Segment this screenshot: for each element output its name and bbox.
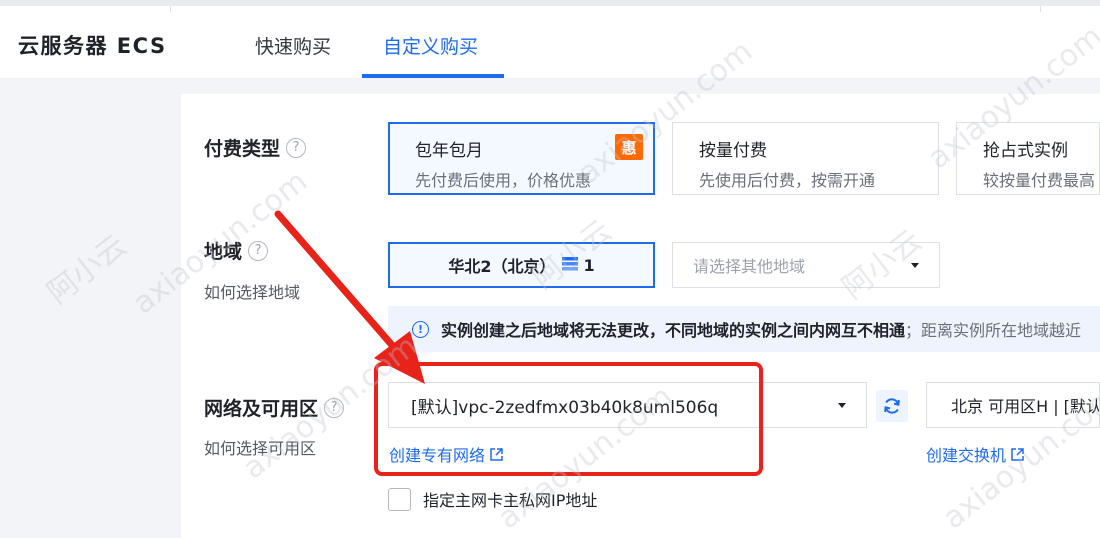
chevron-down-icon (911, 262, 919, 268)
info-icon: ! (412, 320, 429, 338)
product-title: 云服务器 ECS (18, 34, 167, 58)
tab-custom-buy[interactable]: 自定义购买 (383, 32, 478, 59)
region-label: 地域 ? (204, 237, 269, 264)
billing-card-title: 按量付费 (699, 141, 767, 161)
billing-card-pay-as-you-go[interactable]: 按量付费 先使用后付费，按需开通 (672, 122, 939, 195)
selected-region-button[interactable]: 华北2（北京） 1 (388, 242, 655, 288)
region-zone-count: 1 (583, 255, 595, 275)
primary-ip-checkbox-row[interactable]: 指定主网卡主私网IP地址 (388, 487, 597, 511)
external-link-icon (1011, 447, 1024, 461)
discount-badge: 惠 (615, 134, 643, 160)
zone-value: 北京 可用区H | [默认 (951, 397, 1100, 416)
other-region-placeholder: 请选择其他地域 (693, 257, 806, 276)
header-divider (1040, 6, 1041, 12)
help-circle-icon[interactable]: ? (248, 240, 269, 261)
primary-ip-checkbox[interactable] (388, 487, 411, 511)
billing-type-text: 付费类型 (204, 138, 281, 160)
refresh-button[interactable] (876, 390, 908, 422)
zone-select[interactable]: 北京 可用区H | [默认 (926, 382, 1100, 428)
network-zone-label-text: 网络及可用区 (204, 398, 319, 420)
billing-card-desc: 先付费后使用，价格优惠 (415, 171, 592, 190)
region-name: 华北2（北京） (448, 257, 556, 276)
network-zone-label: 网络及可用区 ? (204, 394, 345, 421)
billing-card-desc: 较按量付费最高 (983, 171, 1096, 190)
create-vswitch-text: 创建交换机 (926, 446, 1007, 465)
region-label-text: 地域 (204, 241, 243, 263)
watermark-text: 阿小云 (40, 228, 134, 312)
billing-card-desc: 先使用后付费，按需开通 (699, 171, 876, 190)
chevron-down-icon (838, 402, 846, 408)
other-region-select[interactable]: 请选择其他地域 (672, 242, 940, 288)
top-header: 云服务器 ECS 快速购买 自定义购买 (0, 0, 1100, 78)
active-tab-indicator (362, 74, 504, 78)
billing-card-title: 抢占式实例 (983, 141, 1068, 161)
create-vswitch-link[interactable]: 创建交换机 (926, 442, 1025, 466)
billing-card-subscription[interactable]: 包年包月 先付费后使用，价格优惠 惠 (388, 122, 655, 195)
region-notice-rest: ；距离实例所在地域越近 (905, 321, 1082, 340)
billing-card-preemptible[interactable]: 抢占式实例 较按量付费最高 (956, 122, 1100, 195)
header-divider (170, 6, 171, 12)
region-notice-banner: ! 实例创建之后地域将无法更改，不同地域的实例之间内网互不相通 ；距离实例所在地… (388, 306, 1100, 352)
billing-type-label: 付费类型 ? (204, 134, 307, 161)
help-circle-icon[interactable]: ? (286, 137, 307, 158)
how-to-choose-region-link[interactable]: 如何选择地域 (204, 279, 300, 303)
primary-ip-checkbox-label: 指定主网卡主私网IP地址 (423, 491, 598, 510)
tab-quick-buy[interactable]: 快速购买 (255, 32, 331, 59)
region-notice-main: 实例创建之后地域将无法更改，不同地域的实例之间内网互不相通 (441, 321, 906, 340)
server-icon (561, 256, 578, 275)
how-to-choose-zone-link[interactable]: 如何选择可用区 (204, 435, 316, 459)
help-circle-icon[interactable]: ? (324, 397, 345, 418)
refresh-icon (884, 398, 900, 414)
annotation-highlight-box (374, 362, 763, 476)
